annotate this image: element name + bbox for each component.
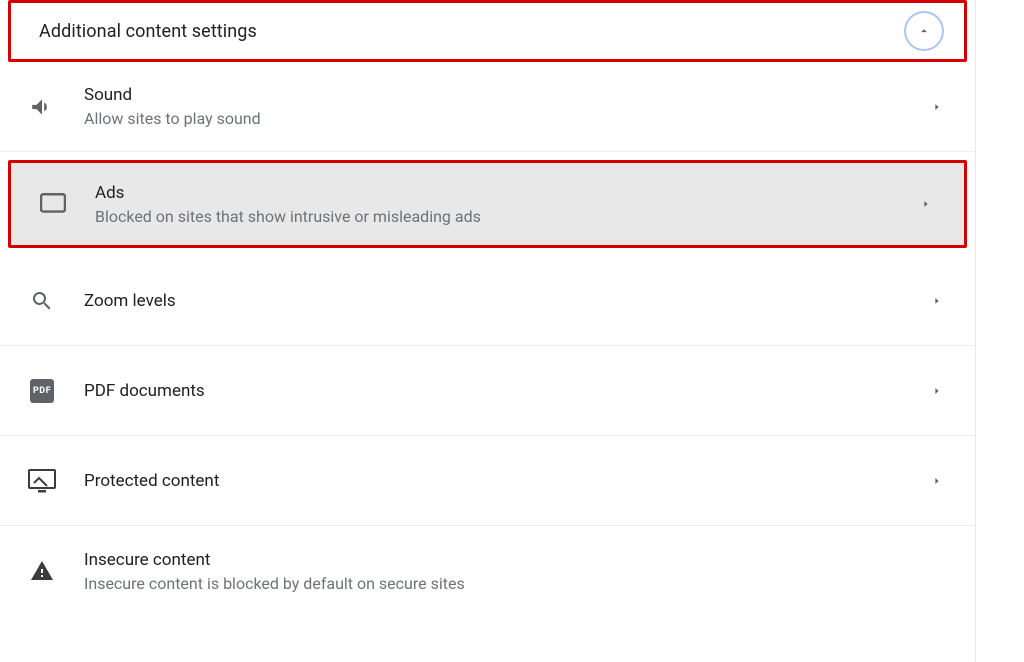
row-ads-highlight: Ads Blocked on sites that show intrusive…	[8, 160, 967, 248]
chevron-right-icon	[916, 199, 936, 209]
row-title: Zoom levels	[84, 291, 899, 311]
row-text: Insecure content Insecure content is blo…	[84, 550, 947, 593]
row-text: PDF documents	[84, 381, 899, 401]
protected-content-icon	[28, 469, 56, 493]
row-zoom-levels[interactable]: Zoom levels	[0, 256, 975, 346]
row-title: Ads	[95, 183, 888, 203]
chevron-right-icon	[927, 476, 947, 486]
additional-content-settings-header[interactable]: Additional content settings	[8, 0, 967, 62]
row-title: Sound	[84, 85, 899, 105]
search-icon	[28, 289, 56, 313]
chevron-right-icon	[927, 296, 947, 306]
row-title: Insecure content	[84, 550, 947, 570]
row-ads[interactable]: Ads Blocked on sites that show intrusive…	[11, 163, 964, 245]
chevron-right-icon	[927, 102, 947, 112]
section-title: Additional content settings	[39, 21, 257, 42]
row-title: PDF documents	[84, 381, 899, 401]
warning-icon	[28, 559, 56, 583]
chevron-right-icon	[927, 386, 947, 396]
settings-panel: Additional content settings Sound Allow …	[0, 0, 976, 662]
row-title: Protected content	[84, 471, 899, 491]
row-subtitle: Insecure content is blocked by default o…	[84, 574, 947, 593]
ads-icon	[39, 193, 67, 215]
row-protected-content[interactable]: Protected content	[0, 436, 975, 526]
pdf-badge-label: PDF	[30, 379, 54, 403]
row-sound[interactable]: Sound Allow sites to play sound	[0, 62, 975, 152]
sound-icon	[28, 94, 56, 120]
row-subtitle: Blocked on sites that show intrusive or …	[95, 207, 888, 226]
row-pdf-documents[interactable]: PDF PDF documents	[0, 346, 975, 436]
row-text: Zoom levels	[84, 291, 899, 311]
collapse-button[interactable]	[904, 11, 944, 51]
row-text: Ads Blocked on sites that show intrusive…	[95, 183, 888, 226]
row-insecure-content[interactable]: Insecure content Insecure content is blo…	[0, 526, 975, 616]
row-text: Protected content	[84, 471, 899, 491]
row-text: Sound Allow sites to play sound	[84, 85, 899, 128]
pdf-icon: PDF	[28, 379, 56, 403]
row-subtitle: Allow sites to play sound	[84, 109, 899, 128]
chevron-up-icon	[917, 24, 931, 38]
